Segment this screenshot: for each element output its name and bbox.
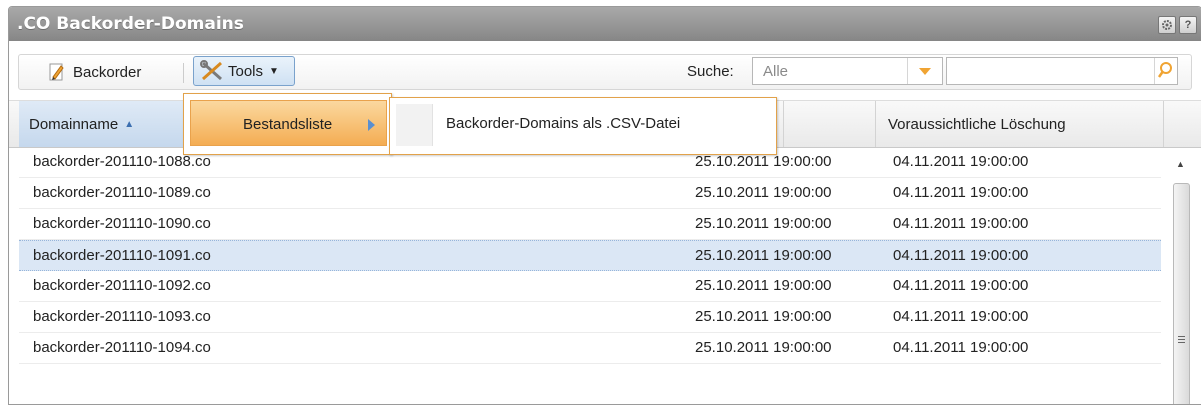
deletion-cell: 04.11.2011 19:00:00: [893, 153, 1029, 170]
date-cell: 25.10.2011 19:00:00: [695, 308, 832, 325]
domain-cell: backorder-201110-1089.co: [33, 184, 211, 201]
table-row[interactable]: backorder-201110-1089.co 25.10.2011 19:00…: [19, 178, 1161, 209]
gear-icon: [1162, 20, 1172, 30]
vertical-scrollbar[interactable]: ▲: [1170, 147, 1193, 404]
domain-cell: backorder-201110-1088.co: [33, 153, 211, 170]
search-scope-value: Alle: [763, 63, 789, 80]
title-tools: ?: [1158, 16, 1197, 34]
date-cell: 25.10.2011 19:00:00: [695, 184, 832, 201]
domain-cell: backorder-201110-1093.co: [33, 308, 211, 325]
toolbar-strip: Backorder Tools ▼ Suche: Alle: [18, 54, 1192, 90]
table-row[interactable]: backorder-201110-1092.co 25.10.2011 19:00…: [19, 271, 1161, 302]
toolbar: Backorder Tools ▼ Suche: Alle: [9, 42, 1201, 100]
backorder-panel: .CO Backorder-Domains ? Backorder Tools …: [8, 6, 1201, 405]
search-label: Suche:: [687, 63, 734, 80]
toolbar-separator: [183, 63, 184, 83]
date-cell: 25.10.2011 19:00:00: [695, 277, 832, 294]
grid-rows: backorder-201110-1088.co 25.10.2011 19:00…: [19, 147, 1161, 364]
panel-title: .CO Backorder-Domains: [17, 14, 244, 34]
tools-label: Tools: [228, 62, 264, 80]
column-header-filler: [1163, 101, 1201, 147]
domain-cell: backorder-201110-1092.co: [33, 277, 211, 294]
dropdown-arrow-icon[interactable]: [907, 58, 942, 84]
tools-button[interactable]: Tools ▼: [193, 56, 295, 86]
table-row[interactable]: backorder-201110-1093.co 25.10.2011 19:00…: [19, 302, 1161, 333]
table-row[interactable]: backorder-201110-1090.co 25.10.2011 19:00…: [19, 209, 1161, 240]
search-scope-select[interactable]: Alle: [752, 57, 943, 85]
caret-down-icon: ▼: [269, 65, 279, 77]
menu-item-csv-export[interactable]: Backorder-Domains als .CSV-Datei: [446, 115, 680, 132]
grip-icon: [1178, 336, 1185, 337]
date-cell: 25.10.2011 19:00:00: [695, 339, 832, 356]
search-button[interactable]: [1154, 58, 1177, 84]
table-row[interactable]: backorder-201110-1094.co 25.10.2011 19:00…: [19, 333, 1161, 364]
deletion-cell: 04.11.2011 19:00:00: [893, 184, 1029, 201]
deletion-cell: 04.11.2011 19:00:00: [893, 215, 1029, 232]
help-button[interactable]: ?: [1179, 16, 1197, 34]
panel-titlebar: .CO Backorder-Domains ?: [9, 7, 1201, 41]
sort-ascending-icon: ▲: [124, 118, 135, 130]
domain-cell: backorder-201110-1094.co: [33, 339, 211, 356]
deletion-cell: 04.11.2011 19:00:00: [893, 247, 1029, 264]
deletion-cell: 04.11.2011 19:00:00: [893, 339, 1029, 356]
menu-item-bestandsliste-label: Bestandsliste: [243, 116, 333, 133]
bestandsliste-submenu: Backorder-Domains als .CSV-Datei: [389, 97, 777, 155]
column-header-deletion-label: Voraussichtliche Löschung: [888, 115, 1066, 133]
column-header-deletion[interactable]: Voraussichtliche Löschung: [875, 101, 1163, 147]
tools-menu: Bestandsliste: [183, 93, 392, 155]
search-icon: [1157, 62, 1172, 78]
tools-icon: [200, 60, 222, 81]
column-header-domainname-label: Domainname: [29, 115, 119, 133]
search-input[interactable]: [946, 57, 1178, 85]
backorder-label: Backorder: [73, 63, 142, 81]
scrollbar-thumb[interactable]: [1173, 183, 1190, 404]
deletion-cell: 04.11.2011 19:00:00: [893, 277, 1029, 294]
date-cell: 25.10.2011 19:00:00: [695, 215, 832, 232]
table-row-selected[interactable]: backorder-201110-1091.co 25.10.2011 19:00…: [19, 240, 1161, 271]
backorder-button[interactable]: Backorder: [49, 63, 141, 81]
date-cell: 25.10.2011 19:00:00: [695, 247, 832, 264]
pencil-icon: [49, 63, 64, 81]
menu-icon-stripe: [396, 104, 433, 146]
date-cell: 25.10.2011 19:00:00: [695, 153, 832, 170]
menu-item-bestandsliste[interactable]: Bestandsliste: [190, 100, 387, 146]
settings-button[interactable]: [1158, 16, 1176, 34]
submenu-arrow-icon: [368, 119, 375, 131]
domain-cell: backorder-201110-1090.co: [33, 215, 211, 232]
deletion-cell: 04.11.2011 19:00:00: [893, 308, 1029, 325]
scroll-up-icon[interactable]: ▲: [1176, 159, 1185, 169]
domain-cell: backorder-201110-1091.co: [33, 247, 211, 264]
